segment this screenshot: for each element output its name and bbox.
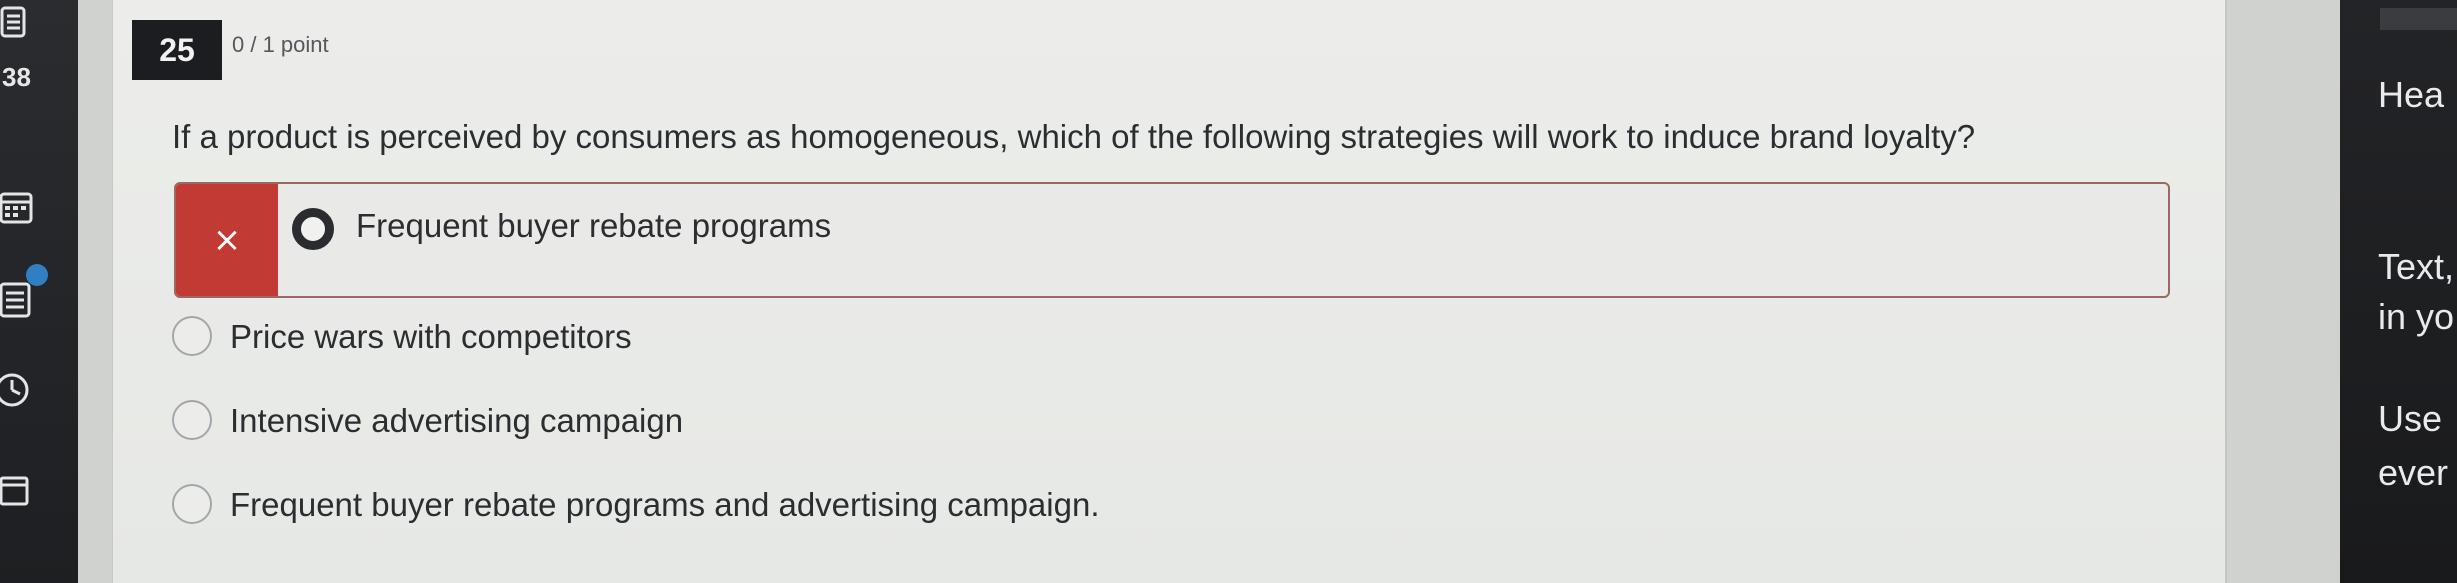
question-text: If a product is perceived by consumers a… [172, 118, 1976, 155]
radio-empty-icon[interactable] [172, 316, 212, 356]
sidebar-text-line: in yo [2378, 296, 2455, 337]
question-number: 25 [132, 20, 222, 80]
radio-empty-icon[interactable] [172, 400, 212, 440]
selected-answer-label: Frequent buyer rebate programs [356, 207, 832, 244]
calendar-icon[interactable] [0, 188, 40, 228]
radio-empty-icon[interactable] [172, 484, 212, 524]
radio-selected-icon[interactable] [292, 208, 334, 250]
right-sidebar-header-bar [2380, 8, 2457, 30]
sidebar-text-line: Use [2378, 398, 2443, 439]
answer-option-label: Frequent buyer rebate programs and adver… [230, 486, 1100, 523]
answer-option-label: Price wars with competitors [230, 318, 632, 355]
sidebar-text-line: Text, [2378, 246, 2455, 287]
question-points: 0 / 1 point [232, 32, 329, 57]
nav-badge: 38 [2, 61, 31, 92]
sidebar-heading: Hea [2378, 74, 2445, 115]
list-icon[interactable] [0, 280, 40, 320]
notification-dot [26, 264, 48, 286]
left-nav: 38 [0, 0, 78, 583]
folder-icon[interactable] [0, 470, 40, 510]
close-icon: × [176, 184, 278, 296]
clock-icon[interactable] [0, 370, 40, 410]
answer-option-label: Intensive advertising campaign [230, 402, 684, 439]
menu-icon[interactable] [0, 4, 40, 44]
sidebar-text-line: ever [2378, 452, 2449, 493]
